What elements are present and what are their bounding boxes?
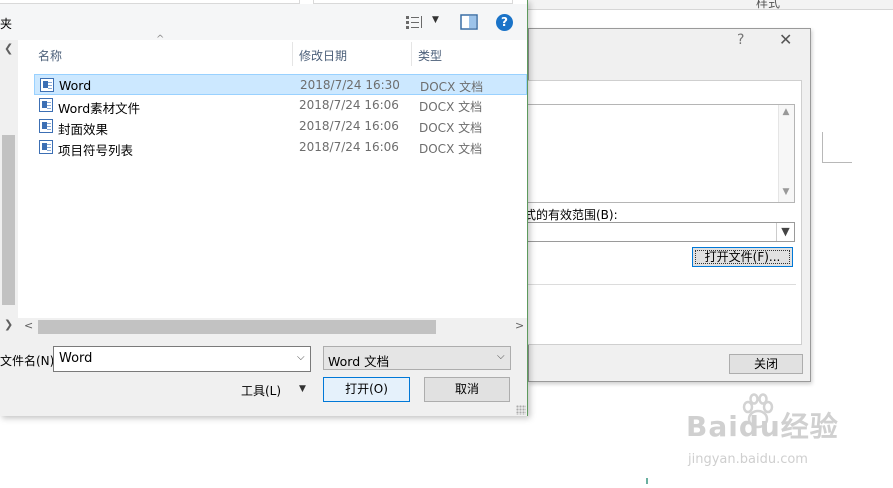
open-file-button[interactable]: 打开文件(F)... [692,247,793,267]
chevron-right-icon[interactable]: > [515,319,524,332]
docx-file-icon [39,119,53,133]
open-button[interactable]: 打开(O) [323,377,410,402]
file-type: DOCX 文档 [419,100,483,114]
chevron-down-icon[interactable]: ⌵ [297,352,305,363]
file-type: DOCX 文档 [419,142,483,156]
chevron-left-icon[interactable]: < [24,319,33,332]
scroll-down-icon[interactable]: ▼ [778,187,794,197]
docx-file-icon [40,78,54,92]
scope-combobox[interactable] [528,222,795,242]
document-corner-mark [822,132,823,163]
file-row[interactable]: Word 2018/7/24 16:30 DOCX 文档 [34,74,527,95]
file-date: 2018/7/24 16:06 [299,119,399,133]
command-bar [0,4,527,40]
close-icon[interactable]: ✕ [779,30,792,49]
cancel-button[interactable]: 取消 [424,377,510,402]
scrollbar-thumb[interactable] [2,135,15,305]
watermark-logo: Baidu经验 [686,410,839,443]
ribbon-styles-label: 样式 [756,0,781,10]
column-divider[interactable] [411,42,412,66]
column-header-name[interactable]: 名称 [38,47,62,64]
column-header-row [18,40,527,68]
scrollbar-thumb[interactable] [38,320,436,334]
file-name: Word素材文件 [58,101,141,116]
divider [528,284,796,285]
preview-pane-icon[interactable] [460,14,478,30]
column-header-date[interactable]: 修改日期 [299,47,347,64]
help-icon[interactable]: ? [496,14,513,31]
help-icon[interactable]: ? [737,32,744,48]
close-button[interactable]: 关闭 [729,354,803,374]
column-divider[interactable] [292,42,293,66]
file-row[interactable]: 项目符号列表 2018/7/24 16:06 DOCX 文档 [34,137,527,158]
file-type: DOCX 文档 [419,121,483,135]
background-ribbon [528,0,893,10]
file-type: DOCX 文档 [420,80,484,94]
docx-file-icon [39,98,53,112]
file-date: 2018/7/24 16:30 [300,78,400,92]
file-name: 项目符号列表 [58,143,134,158]
new-folder-button[interactable]: 夹 [0,15,12,32]
tools-button[interactable]: 工具(L) [241,382,281,399]
chevron-down-icon[interactable]: ❯ [4,318,13,331]
style-list[interactable] [528,104,795,203]
resize-grip-icon[interactable] [516,405,526,415]
chevron-down-icon[interactable]: ⌵ [497,351,505,362]
chevron-up-icon[interactable]: ❮ [4,42,13,55]
column-header-type[interactable]: 类型 [418,47,442,64]
file-name: Word [59,78,92,93]
cursor-mark [646,478,648,484]
watermark-url: jingyan.baidu.com [688,452,808,467]
chevron-down-icon[interactable]: ▼ [299,384,306,394]
chevron-down-icon[interactable]: ▼ [432,15,439,25]
scroll-up-icon[interactable]: ▲ [778,107,794,117]
chevron-down-icon[interactable]: ▼ [776,223,794,241]
file-row[interactable]: Word素材文件 2018/7/24 16:06 DOCX 文档 [34,95,527,116]
file-row[interactable]: 封面效果 2018/7/24 16:06 DOCX 文档 [34,116,527,137]
filename-value[interactable]: Word [59,351,92,366]
file-name: 封面效果 [58,122,109,137]
view-options-icon[interactable] [405,14,429,30]
document-corner-mark [822,162,852,163]
sort-chevron-icon: ^ [156,34,165,45]
filename-label: 文件名(N): [0,354,59,368]
filetype-value[interactable]: Word 文档 [328,351,389,370]
file-date: 2018/7/24 16:06 [299,98,399,112]
file-date: 2018/7/24 16:06 [299,140,399,154]
docx-file-icon [39,140,53,154]
